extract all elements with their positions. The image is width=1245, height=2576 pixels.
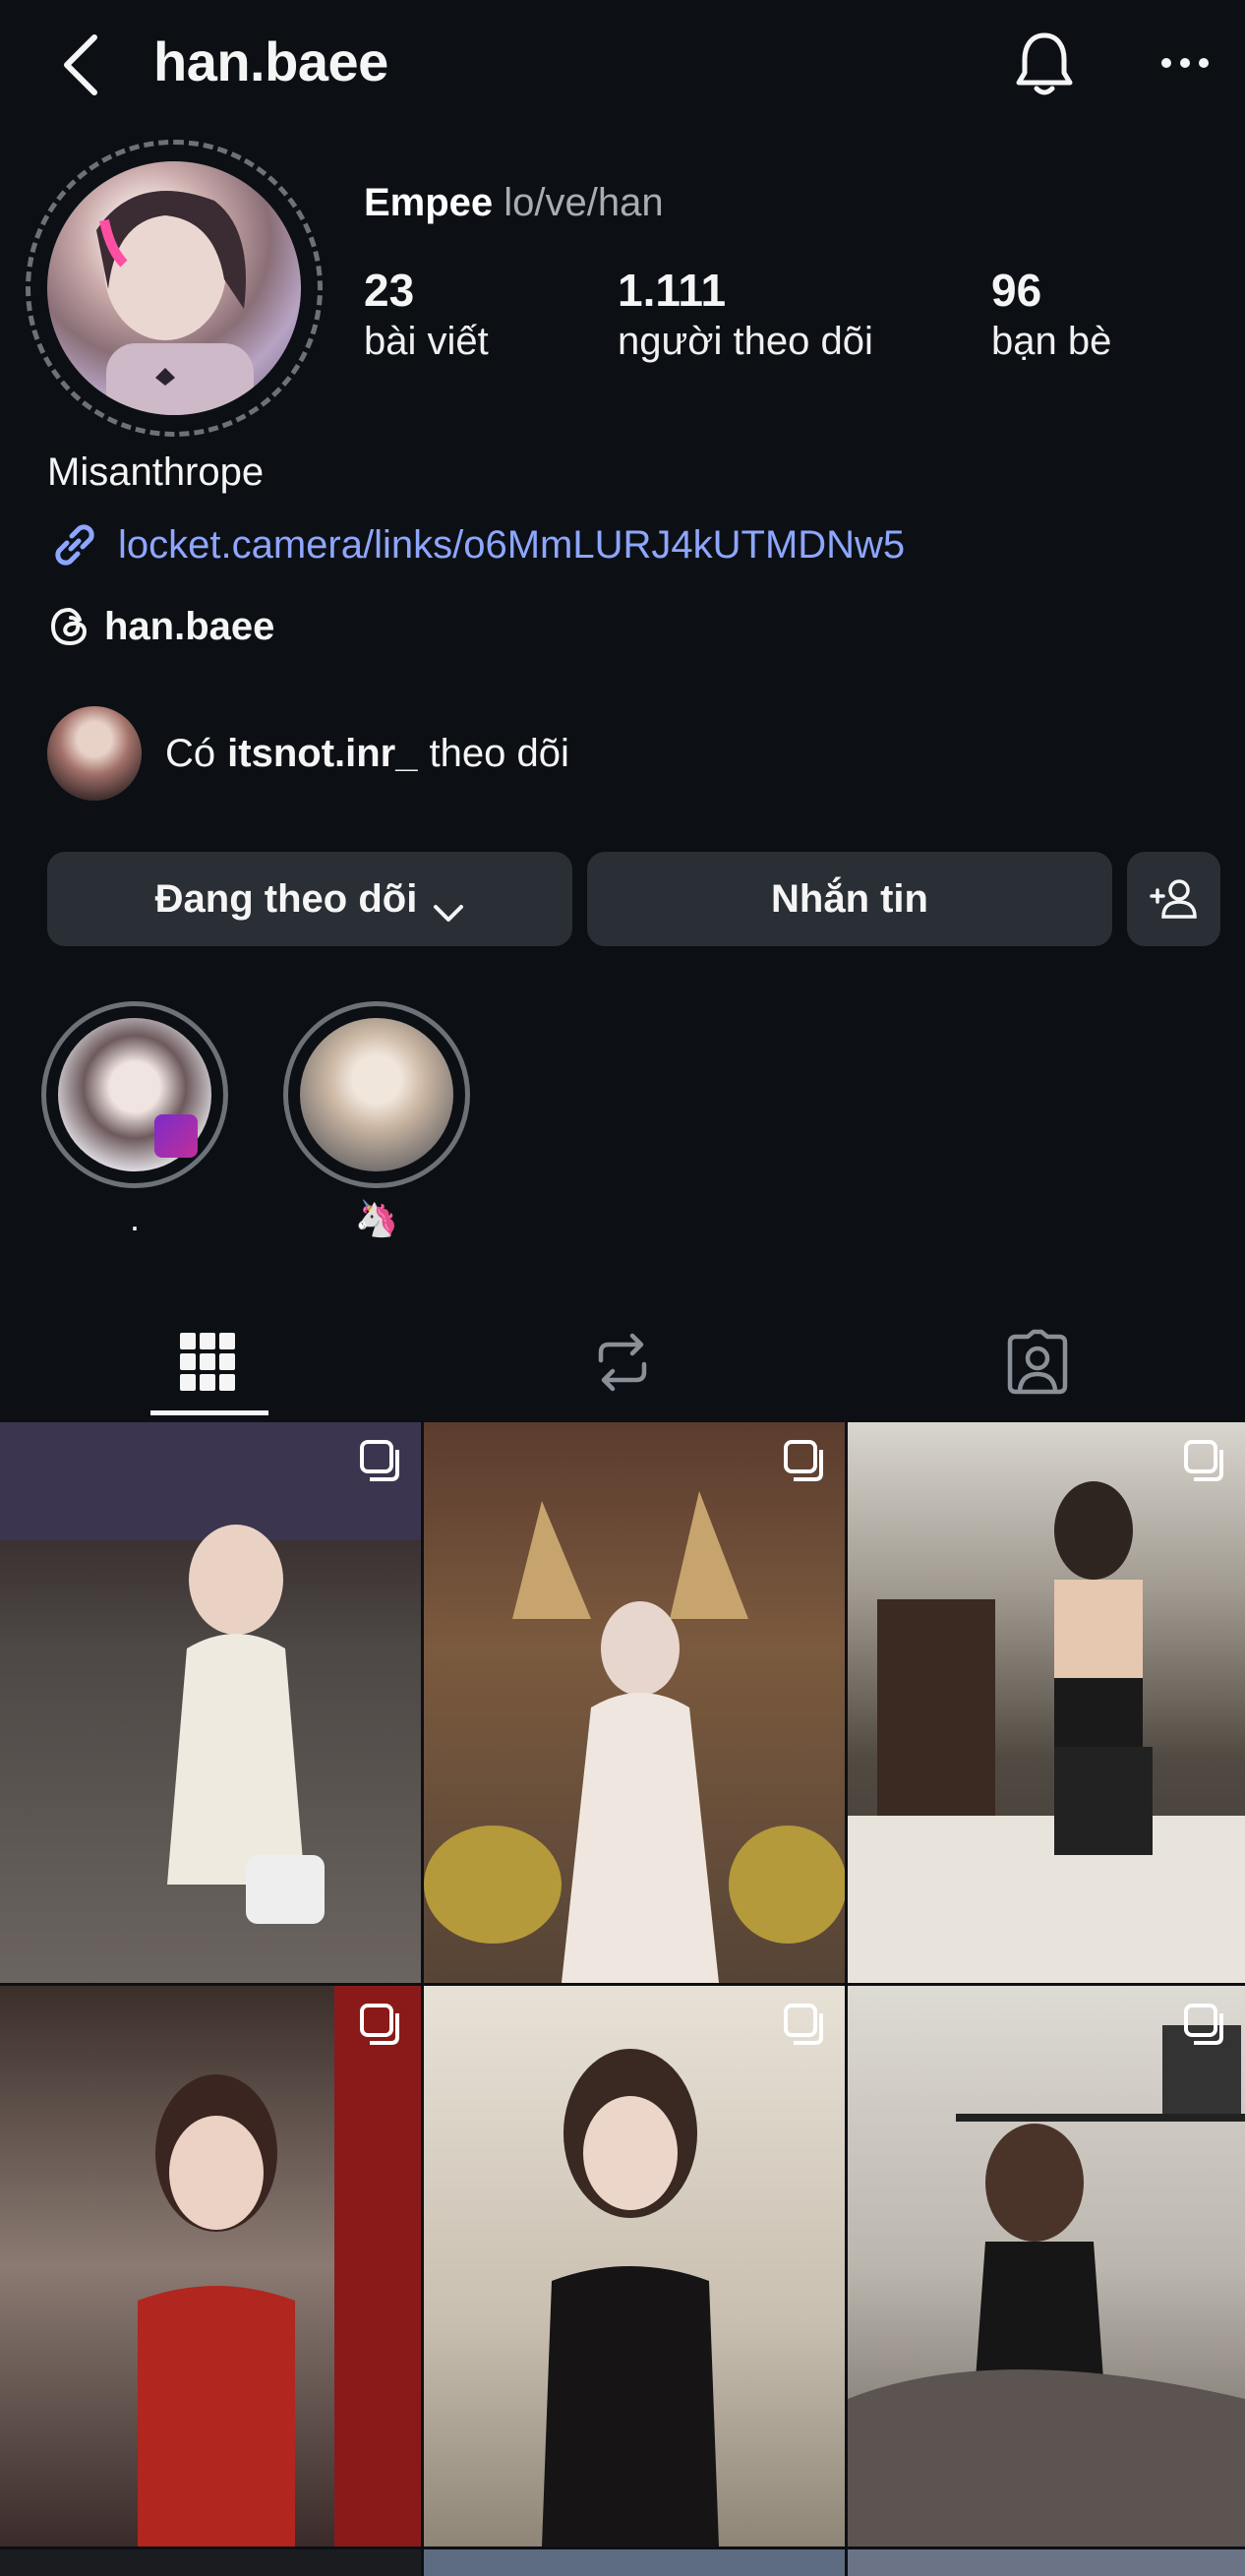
friends-stat[interactable]: 96 bạn bè xyxy=(991,264,1111,366)
mutual-username[interactable]: itsnot.inr_ xyxy=(227,732,417,776)
more-options-icon[interactable] xyxy=(1160,55,1210,71)
tab-tagged[interactable] xyxy=(830,1308,1245,1420)
display-name: Empee xyxy=(364,181,494,224)
highlight-ring xyxy=(283,1001,470,1188)
post-thumbnail[interactable] xyxy=(848,1422,1245,1983)
avatar[interactable] xyxy=(47,161,301,415)
posts-stat[interactable]: 23 bài viết xyxy=(364,264,489,366)
post-thumbnail[interactable] xyxy=(0,2549,421,2576)
threads-handle: han.baee xyxy=(104,604,275,648)
bell-icon[interactable] xyxy=(1013,30,1076,98)
profile-link[interactable]: locket.camera/links/o6MmLURJ4kUTMDNw5 xyxy=(47,517,905,572)
post-thumbnail[interactable] xyxy=(0,1986,421,2546)
grid-icon xyxy=(178,1331,237,1399)
link-icon xyxy=(47,517,102,572)
highlight-label: 🦄 xyxy=(354,1198,399,1238)
tab-reposts[interactable] xyxy=(415,1308,830,1420)
pronouns: lo/ve/han xyxy=(504,181,664,224)
followers-label: người theo dõi xyxy=(618,320,873,363)
friends-count: 96 xyxy=(991,265,1042,316)
multi-photo-icon xyxy=(360,2004,403,2052)
posts-count: 23 xyxy=(364,265,415,316)
post-thumbnail[interactable] xyxy=(424,2549,845,2576)
multi-photo-icon xyxy=(1184,2004,1227,2052)
posts-label: bài viết xyxy=(364,320,489,363)
highlight-2[interactable]: 🦄 xyxy=(283,1001,470,1239)
profile-link-text[interactable]: locket.camera/links/o6MmLURJ4kUTMDNw5 xyxy=(118,523,905,568)
message-button[interactable]: Nhắn tin xyxy=(587,852,1112,946)
highlight-cover xyxy=(300,1018,453,1171)
repost-icon xyxy=(593,1331,652,1399)
bio-text: Misanthrope xyxy=(47,450,265,494)
friends-label: bạn bè xyxy=(991,320,1112,363)
chevron-down-icon xyxy=(433,889,464,922)
threads-icon xyxy=(47,604,92,649)
multi-photo-icon xyxy=(784,1440,827,1488)
active-tab-indicator xyxy=(150,1410,268,1415)
followers-count: 1.111 xyxy=(618,265,727,316)
mutual-avatar xyxy=(47,706,142,801)
multi-photo-icon xyxy=(1184,1440,1227,1488)
multi-photo-icon xyxy=(360,1440,403,1488)
threads-badge[interactable]: han.baee xyxy=(47,604,274,649)
post-thumbnail[interactable] xyxy=(848,1986,1245,2546)
back-icon[interactable] xyxy=(57,33,106,96)
post-thumbnail[interactable] xyxy=(0,1422,421,1983)
tab-posts[interactable] xyxy=(0,1308,415,1420)
following-button[interactable]: Đang theo dõi xyxy=(47,852,572,946)
highlight-label: . xyxy=(129,1198,140,1238)
multi-photo-icon xyxy=(784,2004,827,2052)
add-friend-button[interactable] xyxy=(1127,852,1220,946)
following-label: Đang theo dõi xyxy=(154,876,418,921)
profile-username: han.baee xyxy=(153,30,388,92)
display-name-row: Empee lo/ve/han xyxy=(364,181,664,225)
highlight-cover xyxy=(58,1018,211,1171)
followers-stat[interactable]: 1.111 người theo dõi xyxy=(618,264,873,366)
highlight-1[interactable]: . xyxy=(41,1001,228,1239)
mutual-prefix: Có xyxy=(165,731,216,775)
tagged-icon xyxy=(1004,1329,1071,1401)
post-thumbnail[interactable] xyxy=(424,1422,845,1983)
post-thumbnail[interactable] xyxy=(848,2549,1245,2576)
highlight-ring xyxy=(41,1001,228,1188)
add-user-icon xyxy=(1149,877,1199,921)
message-label: Nhắn tin xyxy=(771,876,928,921)
mutual-followers[interactable]: Có itsnot.inr_ theo dõi xyxy=(47,706,569,801)
mutual-suffix: theo dõi xyxy=(429,731,569,775)
post-thumbnail[interactable] xyxy=(424,1986,845,2546)
